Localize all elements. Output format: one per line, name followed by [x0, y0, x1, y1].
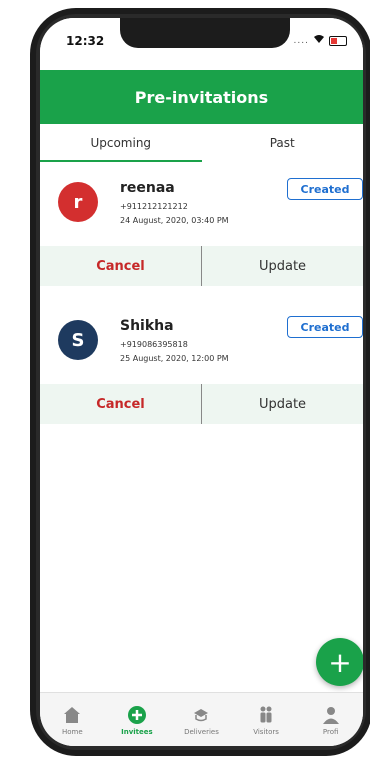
cancel-button[interactable]: Cancel	[40, 246, 201, 286]
nav-item-home[interactable]: Home	[40, 693, 105, 746]
nav-label-home: Home	[61, 727, 83, 736]
invitation-info[interactable]: S Shikha +919086395818 25 August, 2020, …	[40, 306, 363, 384]
invitee-name: reenaa	[120, 180, 175, 196]
nav-label-deliveries: Deliveries	[184, 727, 219, 736]
status-icons: ....	[294, 34, 347, 47]
nav-item-profile[interactable]: Profi	[298, 693, 363, 746]
delivery-icon	[194, 708, 209, 721]
nav-label-profile: Profi	[322, 727, 339, 736]
nav-item-invitees[interactable]: Invitees	[105, 693, 170, 746]
invitation-datetime: 25 August, 2020, 12:00 PM	[120, 354, 229, 363]
status-time: 12:32	[66, 34, 105, 48]
invitee-phone: +919086395818	[120, 340, 188, 349]
wifi-icon	[313, 34, 325, 47]
invitation-datetime: 24 August, 2020, 03:40 PM	[120, 216, 229, 225]
tab-upcoming[interactable]: Upcoming	[40, 124, 202, 162]
status-bar: 12:32 ....	[40, 18, 363, 70]
cancel-button[interactable]: Cancel	[40, 384, 201, 424]
status-badge: Created	[287, 316, 363, 338]
update-button[interactable]: Update	[201, 246, 363, 286]
nav-label-invitees: Invitees	[121, 727, 153, 736]
add-invitation-button[interactable]: +	[316, 638, 363, 686]
home-icon	[64, 706, 81, 723]
avatar: r	[58, 182, 98, 222]
tab-bar: Upcoming Past	[40, 124, 363, 162]
profile-icon	[322, 706, 339, 724]
invitation-card: r reenaa +911212121212 24 August, 2020, …	[40, 168, 363, 298]
invitee-name: Shikha	[120, 318, 174, 334]
tab-past[interactable]: Past	[202, 124, 364, 162]
card-actions: Cancel Update	[40, 384, 363, 424]
add-circle-icon	[127, 705, 146, 724]
nav-label-visitors: Visitors	[253, 727, 279, 736]
invitation-card: S Shikha +919086395818 25 August, 2020, …	[40, 306, 363, 436]
update-button[interactable]: Update	[201, 384, 363, 424]
avatar: S	[58, 320, 98, 360]
signal-dots: ....	[293, 35, 309, 46]
phone-notch	[120, 18, 290, 48]
invitee-phone: +911212121212	[120, 202, 188, 211]
invitation-info[interactable]: r reenaa +911212121212 24 August, 2020, …	[40, 168, 363, 246]
app-screen: 12:32 .... Pre-invitations Upcoming Past…	[40, 18, 363, 746]
bottom-nav: Home Invitees Deliveries Visitors Profi	[40, 692, 363, 746]
status-badge: Created	[287, 178, 363, 200]
app-header: Pre-invitations	[40, 70, 363, 124]
visitors-icon	[260, 706, 272, 722]
battery-icon	[329, 35, 347, 46]
card-actions: Cancel Update	[40, 246, 363, 286]
nav-item-visitors[interactable]: Visitors	[234, 693, 299, 746]
nav-item-deliveries[interactable]: Deliveries	[169, 693, 234, 746]
invitation-list: r reenaa +911212121212 24 August, 2020, …	[40, 168, 363, 444]
page-title: Pre-invitations	[134, 87, 269, 107]
